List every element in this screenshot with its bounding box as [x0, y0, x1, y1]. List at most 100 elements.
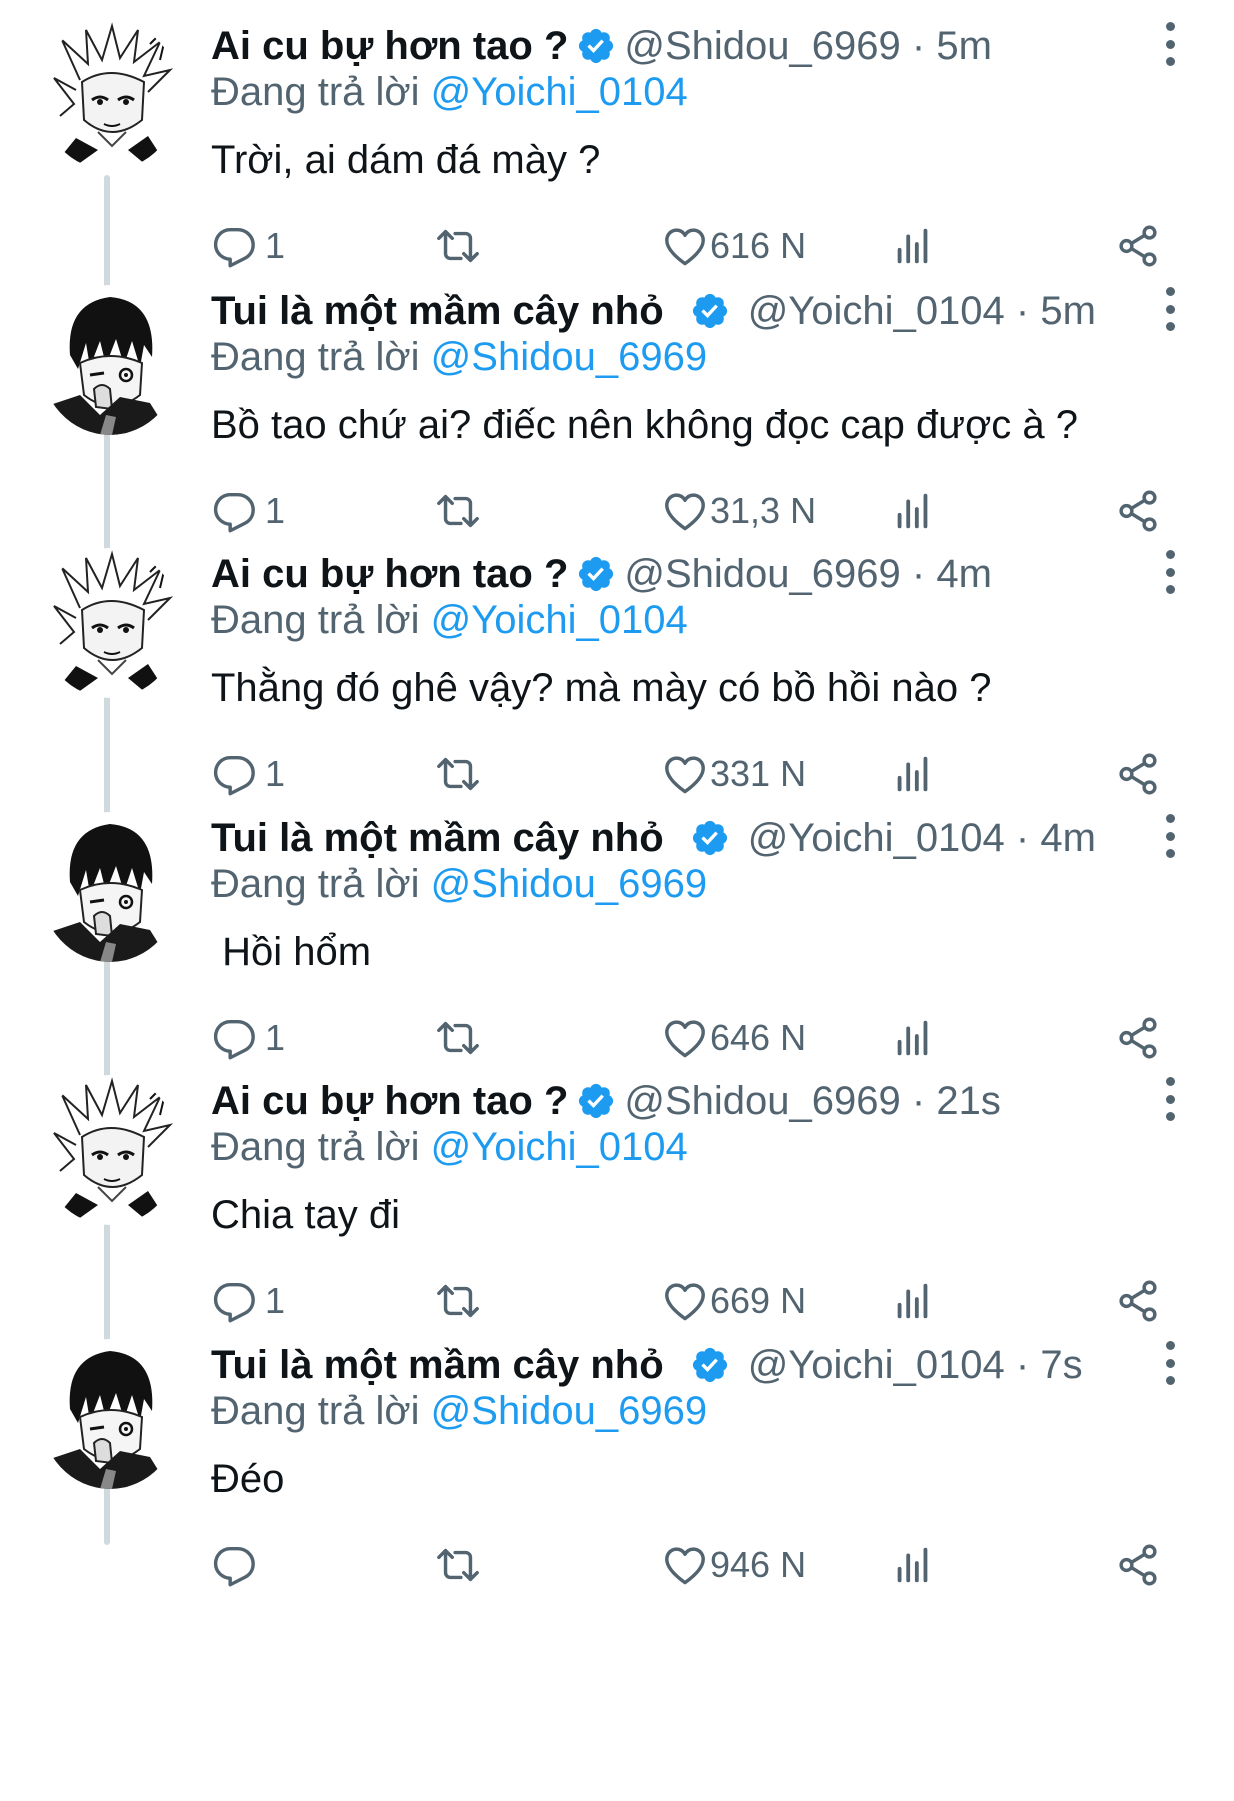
verified-badge-icon — [579, 1083, 614, 1119]
more-options-icon[interactable] — [1158, 814, 1182, 858]
display-name[interactable]: Ai cu bự hơn tao ? — [211, 1079, 568, 1124]
like-count: 331 N — [710, 753, 807, 794]
views-icon — [897, 228, 928, 264]
like-icon — [665, 1547, 705, 1585]
verified-badge-icon — [692, 1347, 727, 1383]
tweet-text: Thằng đó ghê vậy? mà mày có bồ hồi nào ? — [211, 666, 992, 710]
tweet-header: Tui là một mầm cây nhỏ @Yoichi_0104 · 5m — [211, 283, 1096, 339]
replying-to: Đang trả lời @Shidou_6969 — [211, 335, 707, 380]
tweet-text: Chia tay đi — [211, 1193, 400, 1237]
more-options-icon[interactable] — [1158, 1077, 1182, 1121]
more-options-icon[interactable] — [1158, 550, 1182, 594]
replying-to: Đang trả lời @Yoichi_0104 — [211, 70, 688, 115]
views-button[interactable] — [890, 1535, 936, 1595]
verified-badge-icon — [692, 820, 727, 856]
retweet-button[interactable] — [435, 1535, 481, 1595]
yoichi-avatar[interactable] — [40, 812, 180, 962]
verified-badge-icon — [579, 28, 614, 64]
reply-count: 1 — [265, 225, 286, 266]
retweet-icon — [437, 229, 479, 263]
replying-to: Đang trả lời @Shidou_6969 — [211, 862, 707, 907]
yoichi-avatar[interactable] — [40, 1339, 180, 1489]
views-icon — [897, 756, 928, 792]
display-name[interactable]: Tui là một mầm cây nhỏ — [211, 289, 664, 334]
retweet-icon — [437, 757, 479, 791]
tweet-header: Ai cu bự hơn tao ? @Shidou_6969 · 21s — [211, 1073, 1001, 1129]
like-count: 31,3 N — [710, 490, 817, 531]
reply-mention-link[interactable]: @Shidou_6969 — [431, 862, 707, 906]
more-options-icon[interactable] — [1158, 1341, 1182, 1385]
tweet-text: Hồi hổm — [211, 930, 372, 974]
reply-icon — [213, 1282, 255, 1323]
handle-and-time[interactable]: @Yoichi_0104 · 5m — [748, 289, 1096, 334]
yoichi-avatar-art — [40, 297, 170, 435]
like-count: 616 N — [710, 225, 807, 266]
shidou-avatar[interactable] — [40, 1075, 180, 1225]
yoichi-avatar-art — [40, 1351, 170, 1489]
like-count: 669 N — [710, 1280, 807, 1321]
tweet-header: Tui là một mầm cây nhỏ @Yoichi_0104 · 4m — [211, 810, 1096, 866]
reply-button[interactable] — [211, 1535, 265, 1595]
display-name[interactable]: Ai cu bự hơn tao ? — [211, 552, 568, 597]
yoichi-avatar[interactable] — [40, 285, 180, 435]
views-icon — [897, 1547, 928, 1583]
reply-mention-link[interactable]: @Yoichi_0104 — [431, 1125, 688, 1169]
share-icon — [1119, 753, 1157, 795]
tweet-text: Trời, ai dám đá mày ? — [211, 138, 601, 182]
more-options-icon[interactable] — [1158, 287, 1182, 331]
replying-to: Đang trả lời @Shidou_6969 — [211, 1389, 707, 1434]
yoichi-avatar-art — [40, 824, 170, 962]
replying-to-label: Đang trả lời — [211, 70, 420, 114]
verified-badge-icon — [692, 293, 727, 329]
shidou-avatar-art — [50, 22, 174, 170]
handle-and-time[interactable]: @Yoichi_0104 · 7s — [748, 1343, 1083, 1388]
shidou-avatar-art — [50, 1077, 174, 1225]
tweet-header: Ai cu bự hơn tao ? @Shidou_6969 · 4m — [211, 546, 992, 602]
shidou-avatar[interactable] — [40, 548, 180, 698]
shidou-avatar[interactable] — [40, 20, 180, 170]
handle-and-time[interactable]: @Shidou_6969 · 4m — [624, 552, 992, 597]
display-name[interactable]: Ai cu bự hơn tao ? — [211, 24, 568, 69]
tweet-text: Đéo — [211, 1457, 285, 1501]
tweet-text: Bồ tao chứ ai? điếc nên không đọc cap đư… — [211, 403, 1079, 447]
handle-and-time[interactable]: @Shidou_6969 · 21s — [624, 1079, 1000, 1124]
tweet[interactable]: Ai cu bự hơn tao ? @Shidou_6969 · 5m Đan… — [0, 0, 1234, 302]
share-icon — [1119, 1544, 1157, 1586]
reply-count: 1 — [265, 1280, 286, 1321]
like-button[interactable]: 946 N — [662, 1535, 806, 1595]
tweet[interactable]: Ai cu bự hơn tao ? @Shidou_6969 · 4m Đan… — [0, 528, 1234, 830]
replying-to-label: Đang trả lời — [211, 598, 420, 642]
reply-count: 1 — [265, 1017, 286, 1058]
reply-icon — [213, 755, 255, 796]
handle-and-time[interactable]: @Yoichi_0104 · 4m — [748, 816, 1096, 861]
display-name[interactable]: Tui là một mầm cây nhỏ — [211, 816, 664, 861]
like-icon — [665, 228, 705, 266]
reply-icon — [213, 227, 255, 268]
reply-thread: Ai cu bự hơn tao ? @Shidou_6969 · 5m Đan… — [0, 0, 1234, 1801]
tweet[interactable]: Tui là một mầm cây nhỏ @Yoichi_0104 · 4m… — [0, 792, 1234, 1094]
reply-mention-link[interactable]: @Shidou_6969 — [431, 1389, 707, 1433]
tweet-header: Ai cu bự hơn tao ? @Shidou_6969 · 5m — [211, 18, 992, 74]
reply-mention-link[interactable]: @Yoichi_0104 — [431, 598, 688, 642]
display-name[interactable]: Tui là một mầm cây nhỏ — [211, 1343, 664, 1388]
verified-badge-icon — [579, 556, 614, 592]
reply-mention-link[interactable]: @Shidou_6969 — [431, 335, 707, 379]
tweet[interactable]: Tui là một mầm cây nhỏ @Yoichi_0104 · 7s… — [0, 1319, 1234, 1621]
retweet-icon — [437, 1548, 479, 1582]
replying-to: Đang trả lời @Yoichi_0104 — [211, 598, 688, 643]
tweet[interactable]: Ai cu bự hơn tao ? @Shidou_6969 · 21s Đa… — [0, 1055, 1234, 1357]
more-options-icon[interactable] — [1158, 22, 1182, 66]
share-button[interactable] — [1115, 1535, 1161, 1595]
reply-mention-link[interactable]: @Yoichi_0104 — [431, 70, 688, 114]
reply-count: 1 — [265, 490, 286, 531]
reply-count: 1 — [265, 753, 286, 794]
replying-to-label: Đang trả lời — [211, 862, 420, 906]
reply-icon — [213, 1546, 255, 1587]
replying-to: Đang trả lời @Yoichi_0104 — [211, 1125, 688, 1170]
like-icon — [665, 1283, 705, 1321]
handle-and-time[interactable]: @Shidou_6969 · 5m — [624, 24, 992, 69]
share-icon — [1119, 1280, 1157, 1322]
tweet[interactable]: Tui là một mầm cây nhỏ @Yoichi_0104 · 5m… — [0, 265, 1234, 567]
tweet-actions: 946 N — [0, 1535, 1234, 1595]
replying-to-label: Đang trả lời — [211, 335, 420, 379]
